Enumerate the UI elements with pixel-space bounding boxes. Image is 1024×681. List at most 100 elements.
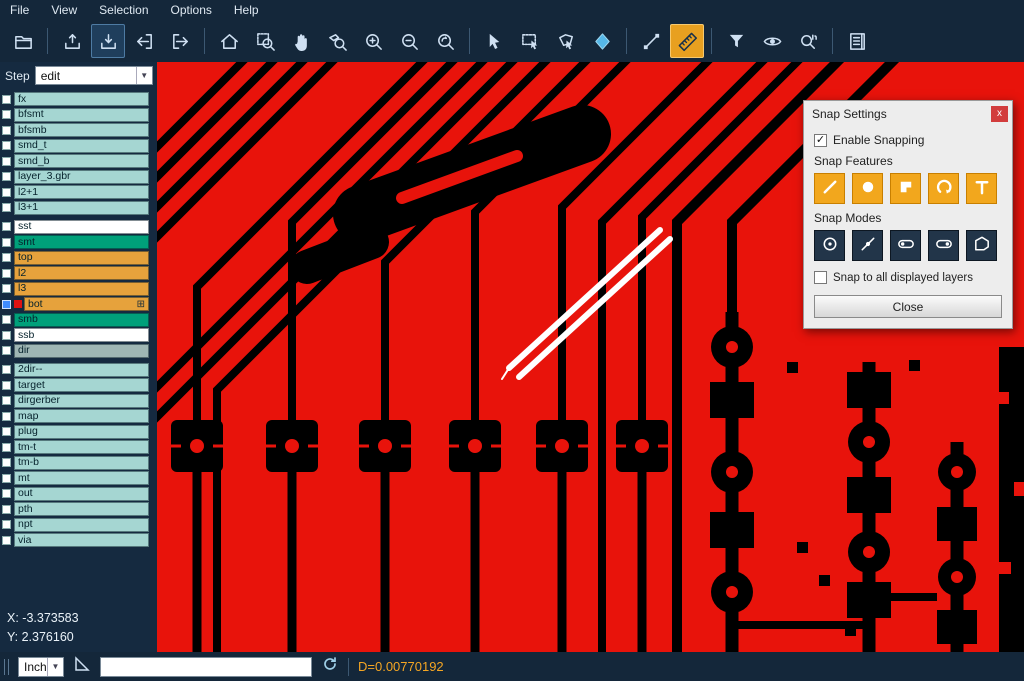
layer-name[interactable]: l3+1 [18,201,38,214]
layer-name[interactable]: sst [18,220,31,233]
layer-row-l2[interactable]: l2 [0,266,157,280]
layer-row-bfsmb[interactable]: bfsmb [0,123,157,137]
snap-slot-right-button[interactable] [928,230,959,261]
snap-contour-button[interactable] [966,230,997,261]
layer-row-pth[interactable]: pth [0,502,157,516]
refresh-icon[interactable] [321,655,339,678]
layer-visibility-checkbox[interactable] [2,315,11,324]
layer-name[interactable]: out [18,487,33,500]
layer-row-target[interactable]: target [0,378,157,392]
layer-name[interactable]: top [18,251,33,264]
layer-visibility-checkbox[interactable] [2,443,11,452]
layer-visibility-checkbox[interactable] [2,238,11,247]
layer-name[interactable]: via [18,534,31,547]
layer-row-l2+1[interactable]: l2+1 [0,185,157,199]
layer-row-layer_3.gbr[interactable]: layer_3.gbr [0,170,157,184]
layer-visibility-checkbox[interactable] [2,222,11,231]
all-layers-row[interactable]: Snap to all displayed layers [814,271,1002,284]
enable-snapping-row[interactable]: Enable Snapping [814,133,1002,147]
pan-hand-button[interactable] [284,24,318,58]
menu-item-options[interactable]: Options [171,3,212,17]
layer-name[interactable]: ssb [18,329,34,342]
layer-name[interactable]: tm-b [18,456,39,469]
layer-name[interactable]: smb [18,313,38,326]
chevron-down-icon[interactable]: ▼ [47,658,63,676]
layer-name[interactable]: smd_b [18,155,50,168]
dialog-titlebar[interactable]: Snap Settings x [804,101,1012,126]
import-left-button[interactable] [127,24,161,58]
menu-item-selection[interactable]: Selection [99,3,148,17]
zoom-window-button[interactable] [248,24,282,58]
layer-name[interactable]: bfsmt [18,108,44,121]
layer-row-smb[interactable]: smb [0,313,157,327]
layer-name[interactable]: dir [18,344,30,357]
measure-diamond-button[interactable] [585,24,619,58]
layer-visibility-checkbox[interactable] [2,141,11,150]
layer-row-sst[interactable]: sst [0,220,157,234]
layer-visibility-checkbox[interactable] [2,203,11,212]
layer-visibility-checkbox[interactable] [2,520,11,529]
layer-row-dirgerber[interactable]: dirgerber [0,394,157,408]
home-button[interactable] [212,24,246,58]
snap-line-button[interactable] [814,173,845,204]
layer-row-bfsmt[interactable]: bfsmt [0,108,157,122]
layer-name[interactable]: npt [18,518,33,531]
select-poly-button[interactable] [549,24,583,58]
layer-row-ssb[interactable]: ssb [0,328,157,342]
layer-name[interactable]: dirgerber [18,394,60,407]
open-folder-button[interactable] [6,24,40,58]
snap-point-on-line-button[interactable] [852,230,883,261]
zoom-out-button[interactable] [392,24,426,58]
unit-select[interactable]: Inch ▼ [18,657,64,677]
layer-row-top[interactable]: top [0,251,157,265]
layer-name[interactable]: 2dir-- [18,363,43,376]
layer-visibility-checkbox[interactable] [2,474,11,483]
layer-visibility-checkbox[interactable] [2,427,11,436]
layer-name[interactable]: plug [18,425,38,438]
chevron-down-icon[interactable]: ▼ [136,67,152,84]
layer-name[interactable]: fx [18,93,26,106]
layer-visibility-checkbox[interactable] [2,126,11,135]
layer-row-smd_b[interactable]: smd_b [0,154,157,168]
snap-arc-button[interactable] [928,173,959,204]
layer-row-l3[interactable]: l3 [0,282,157,296]
layer-name[interactable]: map [18,410,38,423]
layer-visibility-checkbox[interactable] [2,300,11,309]
command-input[interactable] [100,657,312,677]
layer-name[interactable]: mt [18,472,30,485]
pcb-canvas[interactable]: Snap Settings x Enable Snapping Snap Fea… [157,62,1024,652]
layer-visibility-checkbox[interactable] [2,269,11,278]
import-down-button[interactable] [91,24,125,58]
menu-item-file[interactable]: File [10,3,29,17]
layer-row-out[interactable]: out [0,487,157,501]
report-button[interactable] [840,24,874,58]
layer-visibility-checkbox[interactable] [2,188,11,197]
snap-text-button[interactable] [966,173,997,204]
layer-row-smt[interactable]: smt [0,235,157,249]
export-right-button[interactable] [163,24,197,58]
layer-visibility-checkbox[interactable] [2,412,11,421]
layer-visibility-checkbox[interactable] [2,284,11,293]
find-in-button[interactable] [791,24,825,58]
layer-visibility-checkbox[interactable] [2,95,11,104]
layer-visibility-checkbox[interactable] [2,110,11,119]
all-layers-checkbox[interactable] [814,271,827,284]
layer-visibility-checkbox[interactable] [2,331,11,340]
layer-row-plug[interactable]: plug [0,425,157,439]
select-rect-button[interactable] [513,24,547,58]
eye-button[interactable] [755,24,789,58]
line-tool-button[interactable] [634,24,668,58]
close-icon[interactable]: x [991,106,1008,122]
layer-visibility-checkbox[interactable] [2,505,11,514]
layer-name[interactable]: tm-t [18,441,36,454]
menu-item-help[interactable]: Help [234,3,259,17]
layer-row-via[interactable]: via [0,533,157,547]
layer-name[interactable]: bot [28,298,43,311]
layer-visibility-checkbox[interactable] [2,536,11,545]
layer-name[interactable]: smd_t [18,139,47,152]
layer-visibility-checkbox[interactable] [2,253,11,262]
snap-center-button[interactable] [814,230,845,261]
layer-name[interactable]: l2+1 [18,186,38,199]
layer-row-dir[interactable]: dir [0,344,157,358]
layer-row-mt[interactable]: mt [0,471,157,485]
